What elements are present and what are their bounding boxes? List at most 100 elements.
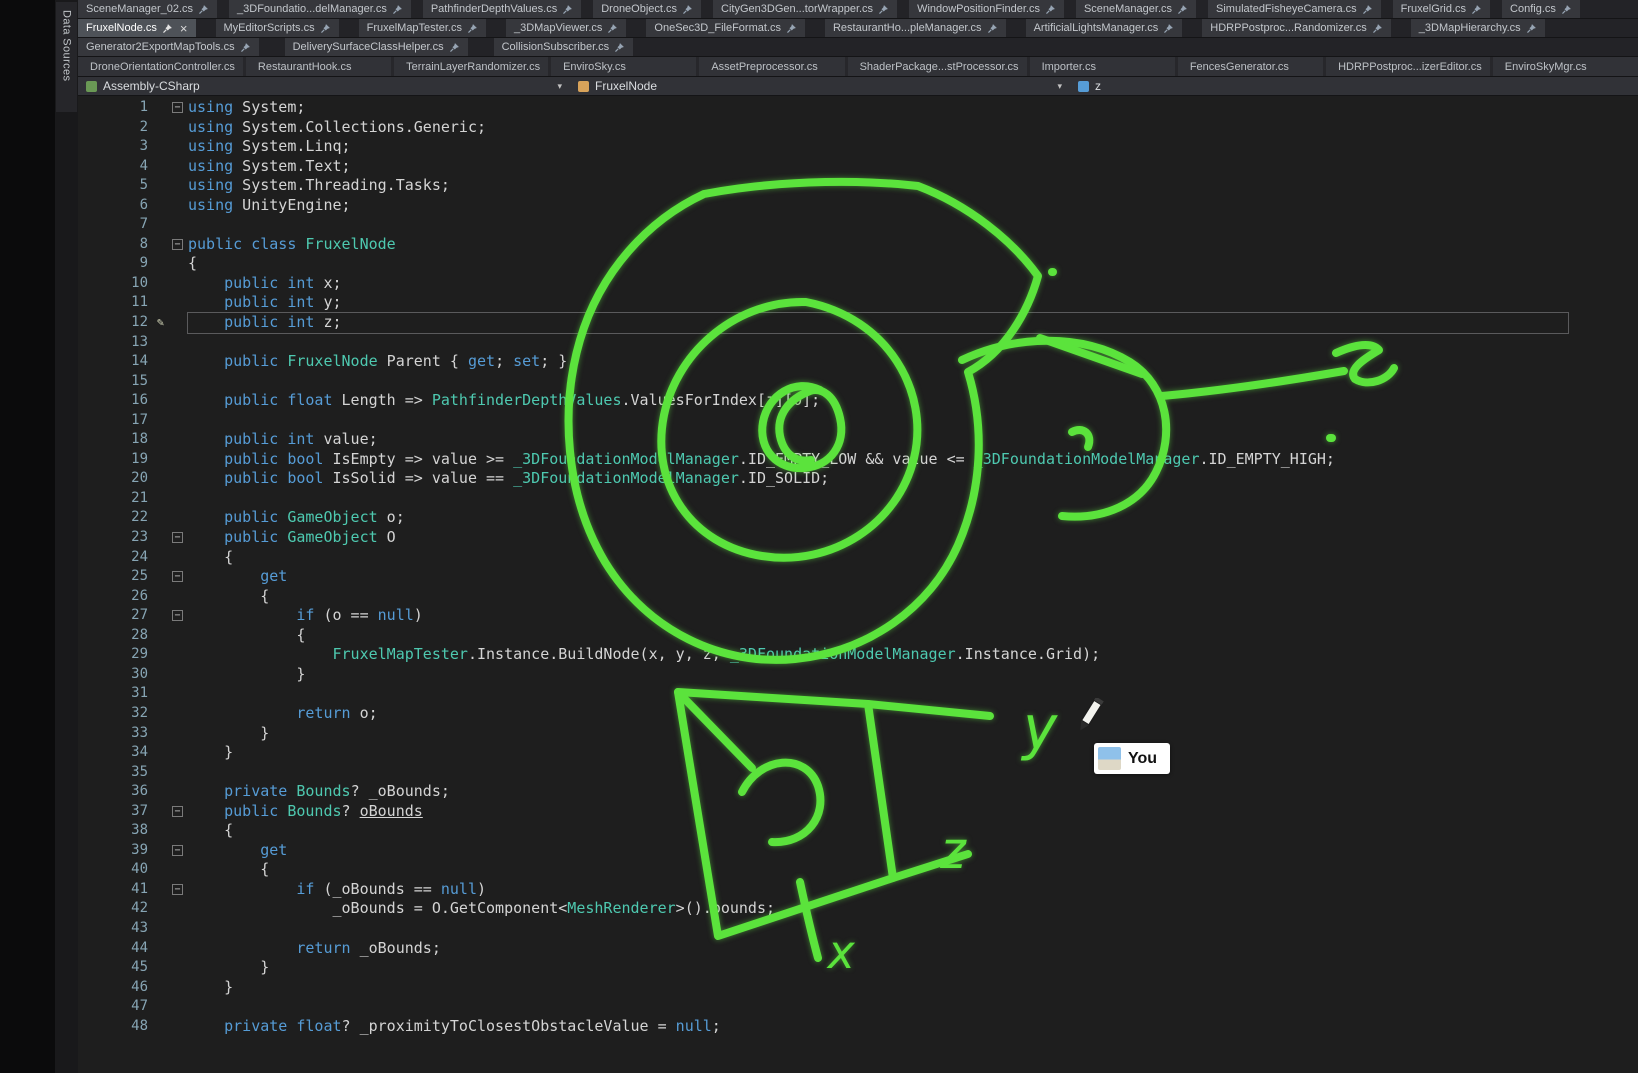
line-number[interactable]: 35	[78, 763, 152, 783]
fold-collapse-icon[interactable]: −	[172, 806, 183, 817]
code-line-39[interactable]: 39− get	[78, 841, 1638, 861]
code-line-22[interactable]: 22 public GameObject o;	[78, 508, 1638, 528]
line-number[interactable]: 39	[78, 841, 152, 861]
code-line-28[interactable]: 28 {	[78, 626, 1638, 646]
line-number[interactable]: 48	[78, 1017, 152, 1037]
tab-restauranthook-cs[interactable]: RestaurantHook.cs	[246, 57, 391, 76]
line-number[interactable]: 18	[78, 430, 152, 450]
code-line-6[interactable]: 6using UnityEngine;	[78, 196, 1638, 216]
line-number[interactable]: 28	[78, 626, 152, 646]
code-line-23[interactable]: 23− public GameObject O	[78, 528, 1638, 548]
tab-windowpositionfinder-cs[interactable]: WindowPositionFinder.cs	[909, 0, 1064, 18]
line-number[interactable]: 36	[78, 782, 152, 802]
fold-collapse-icon[interactable]: −	[172, 884, 183, 895]
line-number[interactable]: 40	[78, 860, 152, 880]
code-line-11[interactable]: 11 public int y;	[78, 293, 1638, 313]
tab-hdrppostproc-izereditor-cs[interactable]: HDRPPostproc...izerEditor.cs	[1326, 57, 1490, 76]
line-number[interactable]: 43	[78, 919, 152, 939]
close-icon[interactable]: ×	[180, 22, 188, 35]
line-number[interactable]: 47	[78, 997, 152, 1017]
tab-simulatedfisheyecamera-cs[interactable]: SimulatedFisheyeCamera.cs	[1208, 0, 1381, 18]
code-line-35[interactable]: 35	[78, 763, 1638, 783]
code-line-1[interactable]: 1−using System;	[78, 98, 1638, 118]
line-number[interactable]: 11	[78, 293, 152, 313]
fold-collapse-icon[interactable]: −	[172, 571, 183, 582]
code-line-12[interactable]: 12✎ public int z;	[78, 313, 1638, 333]
code-line-38[interactable]: 38 {	[78, 821, 1638, 841]
tab--3dmaphierarchy-cs[interactable]: _3DMapHierarchy.cs	[1411, 19, 1545, 37]
line-number[interactable]: 46	[78, 978, 152, 998]
code-line-15[interactable]: 15	[78, 372, 1638, 392]
line-number[interactable]: 38	[78, 821, 152, 841]
line-number[interactable]: 10	[78, 274, 152, 294]
line-number[interactable]: 37	[78, 802, 152, 822]
line-number[interactable]: 31	[78, 684, 152, 704]
code-line-47[interactable]: 47	[78, 997, 1638, 1017]
fold-collapse-icon[interactable]: −	[172, 610, 183, 621]
code-line-48[interactable]: 48 private float? _proximityToClosestObs…	[78, 1017, 1638, 1037]
project-dropdown[interactable]: Assembly-CSharp ▾	[78, 77, 570, 95]
line-number[interactable]: 26	[78, 587, 152, 607]
line-number[interactable]: 23	[78, 528, 152, 548]
line-number[interactable]: 27	[78, 606, 152, 626]
code-line-32[interactable]: 32 return o;	[78, 704, 1638, 724]
code-line-3[interactable]: 3using System.Linq;	[78, 137, 1638, 157]
code-line-4[interactable]: 4using System.Text;	[78, 157, 1638, 177]
tab-generator2exportmaptools-cs[interactable]: Generator2ExportMapTools.cs	[78, 38, 259, 56]
line-number[interactable]: 14	[78, 352, 152, 372]
line-number[interactable]: 6	[78, 196, 152, 216]
line-number[interactable]: 19	[78, 450, 152, 470]
tab-artificiallightsmanager-cs[interactable]: ArtificialLightsManager.cs	[1026, 19, 1183, 37]
line-number[interactable]: 34	[78, 743, 152, 763]
code-line-33[interactable]: 33 }	[78, 724, 1638, 744]
tab-fencesgenerator-cs[interactable]: FencesGenerator.cs	[1178, 57, 1323, 76]
tab--3dmapviewer-cs[interactable]: _3DMapViewer.cs	[506, 19, 626, 37]
fold-collapse-icon[interactable]: −	[172, 845, 183, 856]
tab-restaurantho-plemanager-cs[interactable]: RestaurantHo...pleManager.cs	[825, 19, 1006, 37]
code-line-30[interactable]: 30 }	[78, 665, 1638, 685]
line-number[interactable]: 16	[78, 391, 152, 411]
line-number[interactable]: 22	[78, 508, 152, 528]
tab-shaderpackage-stprocessor-cs[interactable]: ShaderPackage...stProcessor.cs	[848, 57, 1027, 76]
code-line-45[interactable]: 45 }	[78, 958, 1638, 978]
code-line-44[interactable]: 44 return _oBounds;	[78, 939, 1638, 959]
tab-importer-cs[interactable]: Importer.cs	[1030, 57, 1175, 76]
code-line-36[interactable]: 36 private Bounds? _oBounds;	[78, 782, 1638, 802]
tab-config-cs[interactable]: Config.cs	[1502, 0, 1580, 18]
type-dropdown[interactable]: FruxelNode ▾	[570, 77, 1070, 95]
code-line-24[interactable]: 24 {	[78, 548, 1638, 568]
tab-droneorientationcontroller-cs[interactable]: DroneOrientationController.cs	[78, 57, 243, 76]
tab-scenemanager-cs[interactable]: SceneManager.cs	[1076, 0, 1196, 18]
line-number[interactable]: 9	[78, 254, 152, 274]
tab-droneobject-cs[interactable]: DroneObject.cs	[593, 0, 701, 18]
line-number[interactable]: 45	[78, 958, 152, 978]
tab-citygen3dgen-torwrapper-cs[interactable]: CityGen3DGen...torWrapper.cs	[713, 0, 897, 18]
code-line-2[interactable]: 2using System.Collections.Generic;	[78, 118, 1638, 138]
code-line-7[interactable]: 7	[78, 215, 1638, 235]
fold-collapse-icon[interactable]: −	[172, 239, 183, 250]
line-number[interactable]: 7	[78, 215, 152, 235]
tab-collisionsubscriber-cs[interactable]: CollisionSubscriber.cs	[494, 38, 634, 56]
code-line-46[interactable]: 46 }	[78, 978, 1638, 998]
member-dropdown[interactable]: z	[1070, 77, 1638, 95]
code-line-37[interactable]: 37− public Bounds? oBounds	[78, 802, 1638, 822]
code-line-34[interactable]: 34 }	[78, 743, 1638, 763]
code-line-20[interactable]: 20 public bool IsSolid => value == _3DFo…	[78, 469, 1638, 489]
line-number[interactable]: 12	[78, 313, 152, 333]
code-line-19[interactable]: 19 public bool IsEmpty => value >= _3DFo…	[78, 450, 1638, 470]
line-number[interactable]: 5	[78, 176, 152, 196]
fold-collapse-icon[interactable]: −	[172, 102, 183, 113]
code-line-27[interactable]: 27− if (o == null)	[78, 606, 1638, 626]
tab-deliverysurfaceclasshelper-cs[interactable]: DeliverySurfaceClassHelper.cs	[285, 38, 468, 56]
line-number[interactable]: 29	[78, 645, 152, 665]
code-line-13[interactable]: 13	[78, 333, 1638, 353]
code-line-14[interactable]: 14 public FruxelNode Parent { get; set; …	[78, 352, 1638, 372]
line-number[interactable]: 33	[78, 724, 152, 744]
code-editor[interactable]: 1−using System;2using System.Collections…	[78, 96, 1638, 1073]
code-line-25[interactable]: 25− get	[78, 567, 1638, 587]
line-number[interactable]: 41	[78, 880, 152, 900]
line-number[interactable]: 17	[78, 411, 152, 431]
line-number[interactable]: 4	[78, 157, 152, 177]
tab-onesec3d-fileformat-cs[interactable]: OneSec3D_FileFormat.cs	[646, 19, 805, 37]
line-number[interactable]: 3	[78, 137, 152, 157]
